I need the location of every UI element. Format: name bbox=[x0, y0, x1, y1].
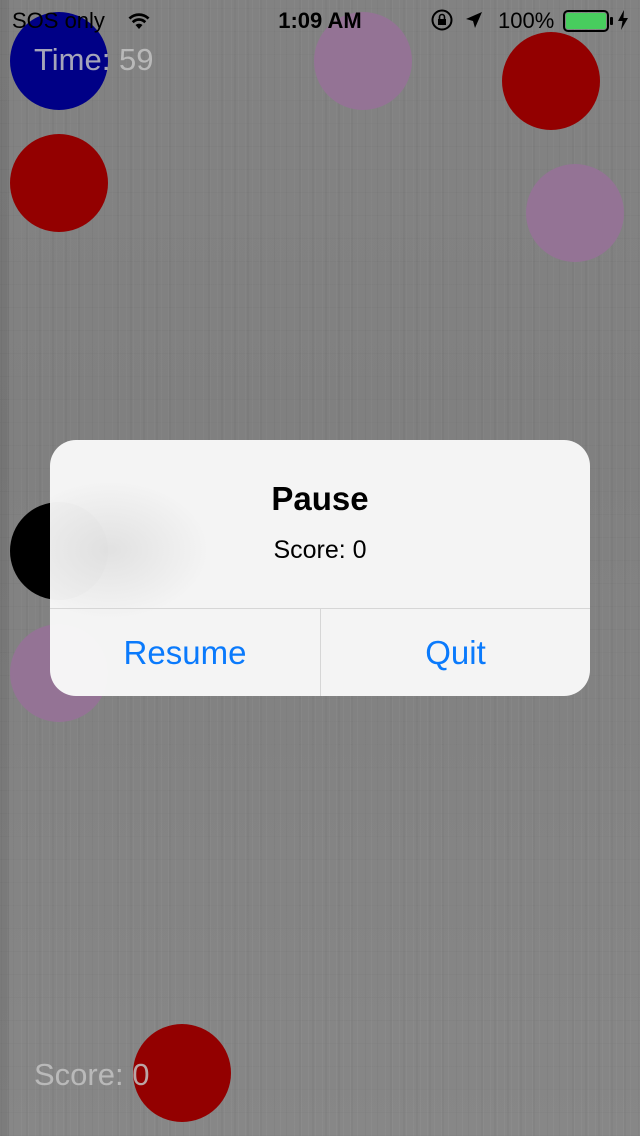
quit-button[interactable]: Quit bbox=[321, 609, 590, 696]
alert-title: Pause bbox=[271, 480, 369, 517]
alert-message: Score: 0 bbox=[273, 536, 367, 564]
game-screen[interactable]: Time: 59 Score: 0 SOS only 1:09 AM 100% … bbox=[0, 0, 640, 1136]
resume-button[interactable]: Resume bbox=[50, 609, 320, 696]
pause-alert: Pause Score: 0 Resume Quit bbox=[50, 440, 590, 696]
